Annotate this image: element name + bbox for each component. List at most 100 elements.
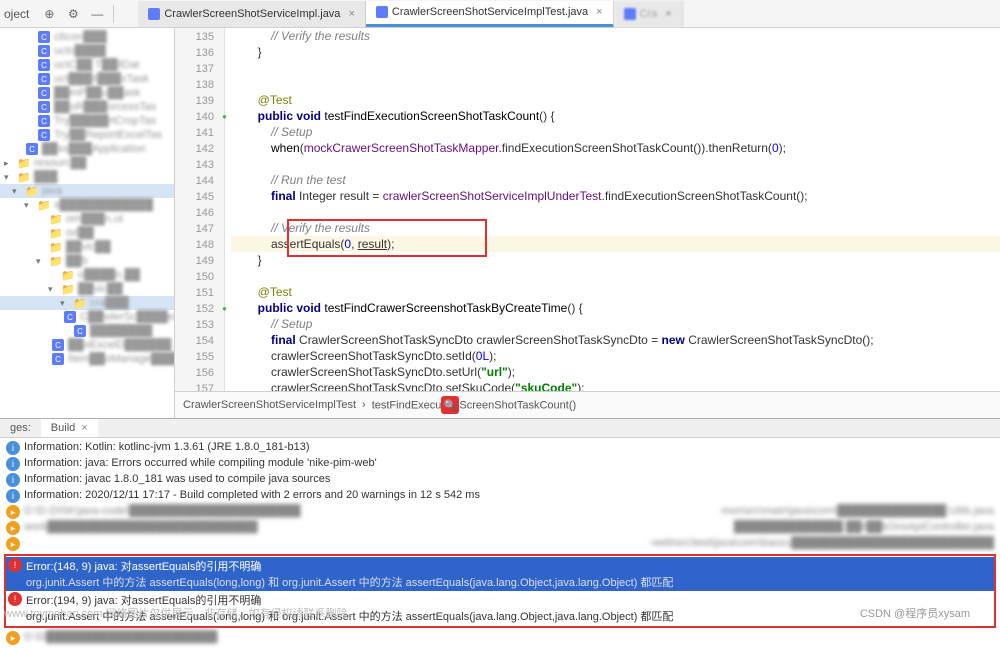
- tree-arrow-icon[interactable]: ▾: [36, 256, 46, 267]
- line-number[interactable]: 155: [175, 349, 224, 365]
- code-line[interactable]: final CrawlerScreenShotTaskSyncDto crawl…: [231, 332, 1000, 348]
- line-number[interactable]: 157: [175, 381, 224, 391]
- line-number[interactable]: 135: [175, 29, 224, 45]
- hide-icon[interactable]: —: [88, 5, 106, 23]
- line-number[interactable]: 154: [175, 333, 224, 349]
- line-number[interactable]: 148: [175, 237, 224, 253]
- line-number[interactable]: 140: [175, 109, 224, 125]
- line-number[interactable]: 136: [175, 45, 224, 61]
- error-row[interactable]: !Error:(148, 9) java: 对assertEquals的引用不明…: [6, 557, 994, 591]
- panel-tab-build[interactable]: Build×: [41, 419, 98, 437]
- tree-item[interactable]: 📁██vic██: [0, 240, 174, 254]
- path-row[interactable]: ▸D:\D-DISK\java-code\███████████████████…: [4, 504, 996, 520]
- project-tree[interactable]: CctIcon███Cucto████CuctC██ T██llDatCuct█…: [0, 28, 175, 418]
- line-number[interactable]: 137: [175, 61, 224, 77]
- tree-item[interactable]: ▸📁resourc██: [0, 156, 174, 170]
- tree-item[interactable]: ▾📁java: [0, 184, 174, 198]
- line-number[interactable]: 153: [175, 317, 224, 333]
- tree-item[interactable]: ▾📁██b: [0, 254, 174, 268]
- code-line[interactable]: [231, 156, 1000, 172]
- line-number[interactable]: 142: [175, 141, 224, 157]
- code-line[interactable]: @Test: [231, 92, 1000, 108]
- close-icon[interactable]: ×: [348, 8, 354, 20]
- code-line[interactable]: // Run the test: [231, 172, 1000, 188]
- line-number[interactable]: 144: [175, 173, 224, 189]
- collapse-icon[interactable]: ⊕: [40, 5, 58, 23]
- tree-item[interactable]: Cuct███it███xTask: [0, 72, 174, 86]
- line-number[interactable]: 143: [175, 157, 224, 173]
- panel-tab-messages[interactable]: ges:: [0, 419, 41, 437]
- code-line[interactable]: when(mockCrawerScreenShotTaskMapper.find…: [231, 140, 1000, 156]
- path-row[interactable]: ▸ work██████████████████████████████████…: [4, 520, 996, 536]
- message-row[interactable]: iInformation: Kotlin: kotlinc-jvm 1.3.61…: [4, 440, 996, 456]
- message-row[interactable]: iInformation: javac 1.8.0_181 was used t…: [4, 472, 996, 488]
- code-line[interactable]: }: [231, 252, 1000, 268]
- line-number[interactable]: 141: [175, 125, 224, 141]
- code-line[interactable]: // Setup: [231, 316, 1000, 332]
- code-line[interactable]: crawlerScreenShotTaskSyncDto.setId(0L);: [231, 348, 1000, 364]
- gear-icon[interactable]: ⚙: [64, 5, 82, 23]
- tree-item[interactable]: CTry█████rtCropTas: [0, 114, 174, 128]
- close-icon[interactable]: ×: [665, 8, 671, 20]
- line-number[interactable]: 139: [175, 93, 224, 109]
- code-line[interactable]: crawlerScreenShotTaskSyncDto.setSkuCode(…: [231, 380, 1000, 391]
- code-line[interactable]: [231, 268, 1000, 284]
- close-icon[interactable]: ×: [596, 6, 602, 18]
- code-line[interactable]: // Verify the results: [231, 220, 1000, 236]
- tree-item[interactable]: 📁om███n.ut: [0, 212, 174, 226]
- code-line[interactable]: assertEquals(0, result);: [231, 236, 1000, 252]
- code-line[interactable]: [231, 204, 1000, 220]
- code-line[interactable]: final Integer result = crawlerScreenShot…: [231, 188, 1000, 204]
- breadcrumb-method[interactable]: testFindExecu🔍ScreenShotTaskCount(): [372, 396, 576, 414]
- code-line[interactable]: // Setup: [231, 124, 1000, 140]
- tree-arrow-icon[interactable]: ▸: [4, 158, 14, 169]
- tree-arrow-icon[interactable]: ▾: [48, 284, 58, 295]
- line-number[interactable]: 152: [175, 301, 224, 317]
- code-line[interactable]: @Test: [231, 284, 1000, 300]
- path-row[interactable]: ▸D:\D██████████████████████: [4, 630, 996, 646]
- line-number[interactable]: 147: [175, 221, 224, 237]
- line-number[interactable]: 145: [175, 189, 224, 205]
- editor-tab[interactable]: CrawlerScreenShotServiceImpl.java×: [138, 1, 366, 27]
- tree-item[interactable]: ▾📁██vic██: [0, 282, 174, 296]
- breadcrumb-class[interactable]: CrawlerScreenShotServiceImplTest: [183, 399, 356, 411]
- line-number[interactable]: 146: [175, 205, 224, 221]
- tree-item[interactable]: CItem██oManage██████: [0, 352, 174, 366]
- code-line[interactable]: [231, 76, 1000, 92]
- tree-item[interactable]: ▾📁cra███: [0, 296, 174, 310]
- tree-item[interactable]: 📁o████n.██: [0, 268, 174, 282]
- code-line[interactable]: }: [231, 44, 1000, 60]
- tree-item[interactable]: CctIcon███: [0, 30, 174, 44]
- line-number[interactable]: 138: [175, 77, 224, 93]
- code-line[interactable]: crawlerScreenShotTaskSyncDto.setUrl("url…: [231, 364, 1000, 380]
- tree-item[interactable]: Cucto████: [0, 44, 174, 58]
- message-row[interactable]: iInformation: java: Errors occurred whil…: [4, 456, 996, 472]
- tree-item[interactable]: C██oExcelD██████: [0, 338, 174, 352]
- editor-breadcrumb[interactable]: CrawlerScreenShotServiceImplTest › testF…: [175, 391, 1000, 418]
- line-number[interactable]: 150: [175, 269, 224, 285]
- tree-item[interactable]: C██oR███orcessTas: [0, 100, 174, 114]
- tree-item[interactable]: C██ss███Application: [0, 142, 174, 156]
- tree-arrow-icon[interactable]: ▾: [4, 172, 14, 183]
- tree-item[interactable]: ▾📁███: [0, 170, 174, 184]
- code-line[interactable]: public void testFindExecutionScreenShotT…: [231, 108, 1000, 124]
- tree-arrow-icon[interactable]: ▾: [24, 200, 34, 211]
- code-line[interactable]: // Verify the results: [231, 28, 1000, 44]
- editor-tab[interactable]: CrawlerScreenShotServiceImplTest.java×: [366, 1, 614, 27]
- line-number[interactable]: 151: [175, 285, 224, 301]
- path-row[interactable]: ▸-web\src\test\java\com\baozu███████████…: [4, 536, 996, 552]
- tree-item[interactable]: 📁od██: [0, 226, 174, 240]
- line-number[interactable]: 149: [175, 253, 224, 269]
- code-line[interactable]: [231, 60, 1000, 76]
- tree-arrow-icon[interactable]: ▾: [60, 298, 70, 309]
- code-content[interactable]: // Verify the results } @Test public voi…: [225, 28, 1000, 391]
- line-number[interactable]: 156: [175, 365, 224, 381]
- tree-arrow-icon[interactable]: ▾: [12, 186, 22, 197]
- tree-item[interactable]: CC██wlerSc████en: [0, 310, 174, 324]
- close-icon[interactable]: ×: [81, 422, 87, 434]
- message-row[interactable]: iInformation: 2020/12/11 17:17 - Build c…: [4, 488, 996, 504]
- editor-tab[interactable]: Cra×: [614, 1, 683, 27]
- code-line[interactable]: public void testFindCrawerScreenshotTask…: [231, 300, 1000, 316]
- tree-item[interactable]: CTry██ReportExcelTas: [0, 128, 174, 142]
- tree-item[interactable]: CuctC██ T██llDat: [0, 58, 174, 72]
